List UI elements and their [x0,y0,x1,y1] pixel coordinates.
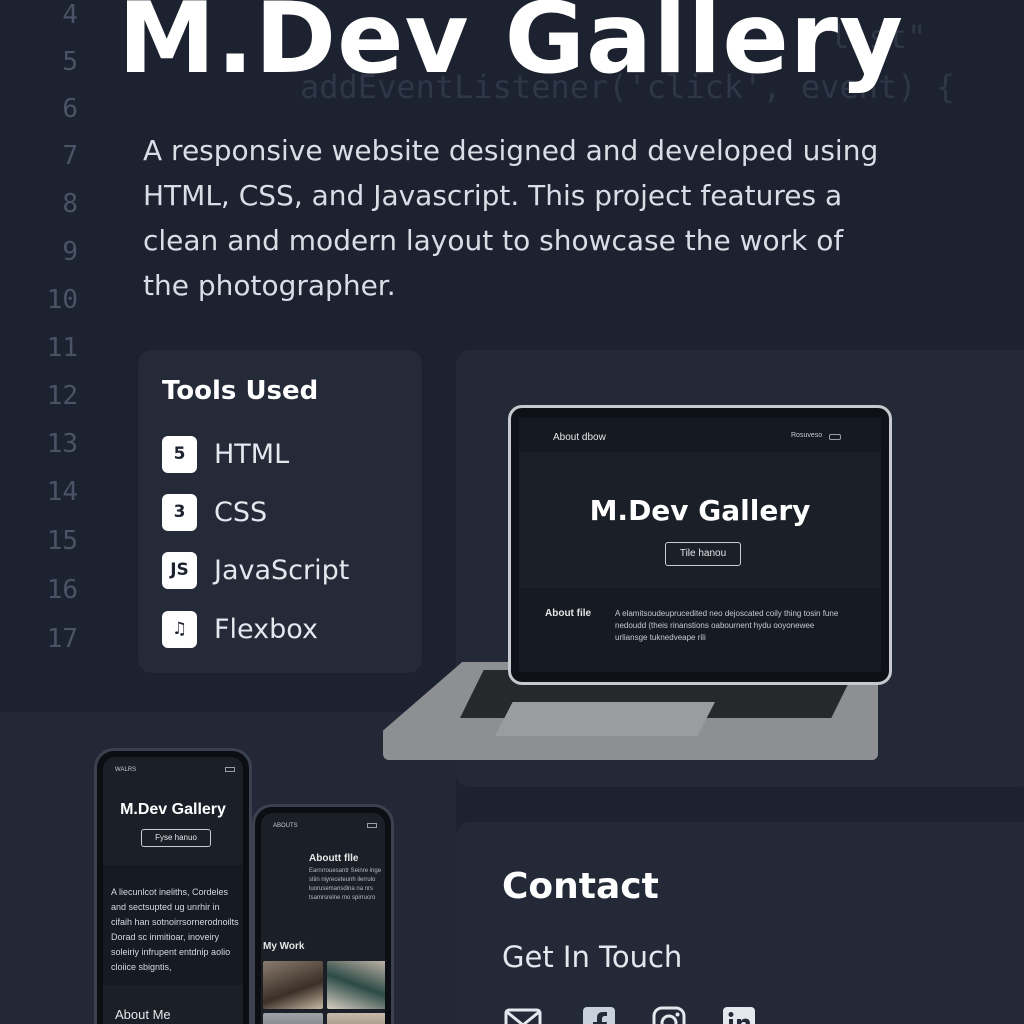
line-number: 8 [62,189,78,219]
tool-item-javascript: JS JavaScript [162,550,349,590]
tool-item-css: 3 CSS [162,492,267,532]
facebook-icon[interactable] [580,1004,618,1024]
phone-hero-title: M.Dev Gallery [120,801,226,818]
line-number: 17 [46,624,78,654]
phone-screen: WALRS M.Dev Gallery Fyse hanuo A liecunl… [103,757,243,1024]
line-number: 16 [46,575,78,605]
code-gutter: 4 5 6 7 8 9 10 11 12 13 14 15 16 17 [0,0,100,680]
battery-icon [367,823,377,828]
laptop-mockup: About dbow Rosuveso M.Dev Gallery Tile h… [508,405,892,685]
phone-intro-section: A liecunlcot ineliths, Cordeles and sect… [103,865,243,985]
page-title: M.Dev Gallery [118,0,904,96]
phone-mockup-primary: WALRS M.Dev Gallery Fyse hanuo A liecunl… [94,748,252,1024]
line-number: 12 [46,381,78,411]
contact-panel: Contact Get In Touch [456,822,1024,1024]
preview-navbar: About dbow Rosuveso [519,418,881,452]
gallery-thumbnail [327,961,385,1009]
contact-subtitle: Get In Touch [502,940,683,974]
gallery-thumbnail [263,961,323,1009]
phone-intro-text: A liecunlcot ineliths, Cordeles and sect… [111,887,239,972]
tool-label: JavaScript [214,554,350,586]
phone-screen: ABOUTS Aboutt flle Earnrrouesantr Seinre… [261,813,385,1024]
laptop-trackpad [495,702,715,736]
line-number: 11 [46,333,78,363]
tool-label: HTML [214,438,290,470]
tools-title: Tools Used [162,376,319,406]
tool-item-html: 5 HTML [162,434,289,474]
css3-icon: 3 [162,493,197,531]
battery-icon [225,767,235,772]
instagram-icon[interactable] [650,1004,688,1024]
phone-about-text: Earnrrouesantr Seinre inge stiin niyrece… [309,868,382,901]
preview-about-text: A elamitsoudeuprucedited neo dejoscated … [615,609,839,642]
tool-label: Flexbox [214,613,318,645]
preview-about-title: About file [545,608,592,619]
line-number: 4 [62,0,78,30]
phone-about-heading: About Me [115,1007,171,1022]
line-number: 14 [46,477,78,507]
preview-hero-title: M.Dev Gallery [589,494,811,527]
email-icon[interactable] [504,1004,542,1024]
menu-icon [829,434,841,440]
phone-cta-button: Fyse hanuo [141,829,211,847]
laptop-screen: About dbow Rosuveso M.Dev Gallery Tile h… [519,418,881,672]
tool-item-flexbox: ♫ Flexbox [162,609,318,649]
line-number: 13 [46,429,78,459]
music-note-icon: ♫ [162,610,197,648]
line-number: 5 [62,47,78,77]
tool-label: CSS [214,496,268,528]
phone-status-text: ABOUTS [273,823,298,829]
line-number: 9 [62,237,78,267]
line-number: 6 [62,94,78,124]
phone-about-title: Aboutt flle [309,853,359,864]
preview-nav-title: About dbow [553,432,606,443]
contact-title: Contact [502,866,659,907]
preview-nav-link: Rosuveso [791,432,823,439]
phone-my-work-heading: My Work [263,941,305,952]
preview-about-section: About file A elamitsoudeuprucedited neo … [519,588,881,672]
preview-cta-button: Tile hanou [665,542,741,566]
phone-status-text: WALRS [115,767,137,773]
phone-mockup-secondary: ABOUTS Aboutt flle Earnrrouesantr Seinre… [252,804,394,1024]
line-number: 15 [46,526,78,556]
line-number: 10 [46,285,78,315]
gallery-thumbnail [327,1013,385,1024]
gallery-thumbnail [263,1013,323,1024]
html5-icon: 5 [162,435,197,473]
project-description: A responsive website designed and develo… [143,134,879,302]
linkedin-icon[interactable] [720,1004,758,1024]
line-number: 7 [62,141,78,171]
js-icon: JS [162,551,197,589]
tools-panel: Tools Used 5 HTML 3 CSS JS JavaScript ♫ … [138,350,422,673]
